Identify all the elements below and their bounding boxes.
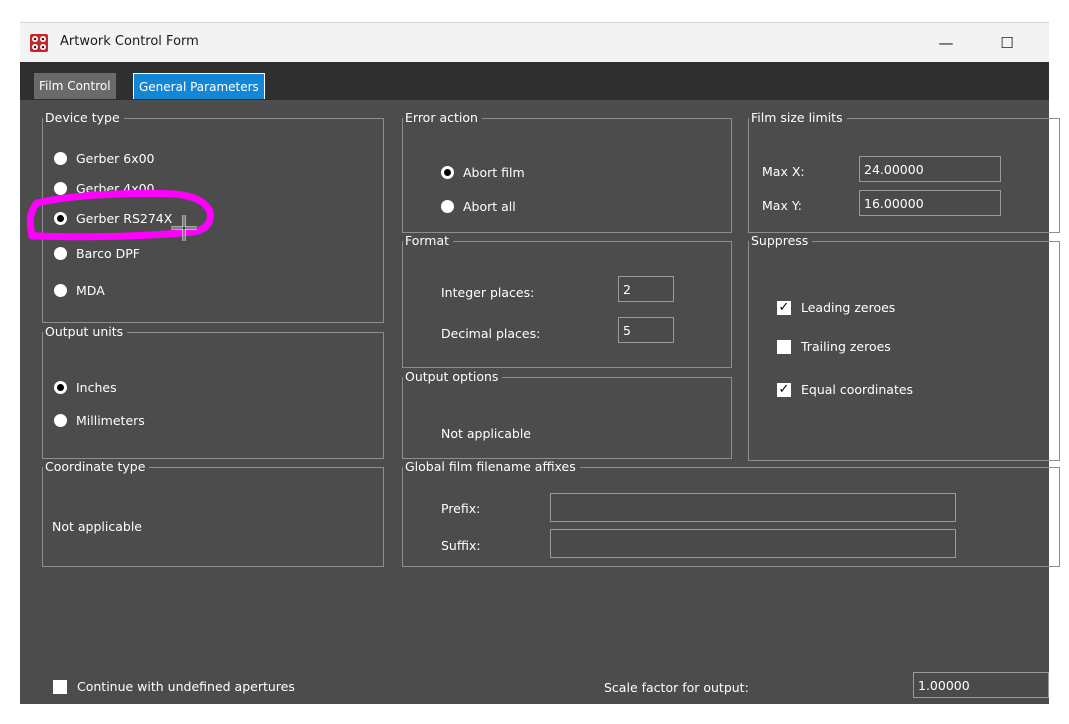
checkbox-checked[interactable]: ✓ [777,382,791,397]
integer-places-input[interactable]: 2 [618,276,674,302]
coordinate-type-legend: Coordinate type [43,459,150,475]
radio-mda[interactable]: MDA [54,283,105,298]
decimal-places-label: Decimal places: [441,326,541,341]
decimal-places-input[interactable]: 5 [618,317,674,343]
checkbox-unchecked[interactable] [777,339,791,354]
tab-film-control[interactable]: Film Control [34,73,116,99]
max-y-input[interactable]: 16.00000 [859,190,1001,216]
radio-button-selected[interactable] [441,166,454,179]
tab-strip: Film Control General Parameters [20,62,1049,100]
radio-millimeters[interactable]: Millimeters [54,413,145,428]
max-x-label: Max X: [762,164,805,179]
checkbox-checked[interactable]: ✓ [777,300,791,315]
radio-abort-film[interactable]: Abort film [441,165,525,180]
error-action-legend: Error action [403,110,482,126]
radio-gerber-rs274x[interactable]: Gerber RS274X [54,211,172,226]
suffix-label: Suffix: [441,538,481,553]
maximize-button[interactable]: ☐ [992,31,1022,55]
radio-button[interactable] [54,152,67,165]
suppress-legend: Suppress [749,233,813,249]
output-units-legend: Output units [43,324,128,340]
radio-button-selected[interactable] [54,381,67,394]
tab-general-parameters[interactable]: General Parameters [133,73,265,99]
suppress-group: Suppress ✓ Leading zeroes Trailing zeroes… [748,233,1060,461]
radio-inches[interactable]: Inches [54,380,117,395]
radio-button[interactable] [54,247,67,260]
radio-gerber-6x00[interactable]: Gerber 6x00 [54,151,155,166]
checkbox-unchecked[interactable] [53,679,67,694]
filename-affixes-group: Global film filename affixes Prefix: Suf… [402,459,1060,567]
output-options-group: Output options Not applicable [402,369,732,459]
radio-button[interactable] [54,182,67,195]
checkbox-continue-undefined-apertures[interactable]: Continue with undefined apertures [53,679,295,694]
scale-factor-label: Scale factor for output: [604,680,749,695]
output-units-group: Output units Inches Millimeters [42,324,384,459]
output-options-legend: Output options [403,369,503,385]
title-bar[interactable]: Artwork Control Form — ☐ [20,22,1049,63]
prefix-input[interactable] [550,493,956,522]
radio-button-selected[interactable] [54,212,67,225]
coordinate-type-group: Coordinate type Not applicable [42,459,384,567]
checkbox-equal-coordinates[interactable]: ✓ Equal coordinates [777,382,913,397]
dialog-body: Film Control General Parameters Device t… [20,62,1060,704]
max-x-input[interactable]: 24.00000 [859,156,1001,182]
suffix-input[interactable] [550,529,956,558]
radio-barco-dpf[interactable]: Barco DPF [54,246,140,261]
minimize-button[interactable]: — [931,31,961,55]
checkbox-leading-zeroes[interactable]: ✓ Leading zeroes [777,300,895,315]
max-y-label: Max Y: [762,198,803,213]
output-options-text: Not applicable [441,426,531,441]
format-group: Format Integer places: 2 Decimal places:… [402,233,732,368]
format-legend: Format [403,233,454,249]
radio-gerber-4x00[interactable]: Gerber 4x00 [54,181,155,196]
error-action-group: Error action Abort film Abort all [402,110,732,233]
checkbox-trailing-zeroes[interactable]: Trailing zeroes [777,339,891,354]
radio-button[interactable] [54,414,67,427]
prefix-label: Prefix: [441,501,481,516]
coordinate-type-text: Not applicable [52,519,142,534]
film-size-limits-legend: Film size limits [749,110,847,126]
radio-button[interactable] [54,284,67,297]
radio-button[interactable] [441,200,454,213]
app-logo-icon [30,34,48,52]
integer-places-label: Integer places: [441,285,535,300]
window-title: Artwork Control Form [60,34,199,49]
radio-abort-all[interactable]: Abort all [441,199,516,214]
film-size-limits-group: Film size limits Max X: 24.00000 Max Y: … [748,110,1060,233]
device-type-group: Device type Gerber 6x00 Gerber 4x00 Gerb… [42,110,384,323]
scale-factor-input[interactable]: 1.00000 [913,672,1049,698]
filename-affixes-legend: Global film filename affixes [403,459,580,475]
device-type-legend: Device type [43,110,124,126]
